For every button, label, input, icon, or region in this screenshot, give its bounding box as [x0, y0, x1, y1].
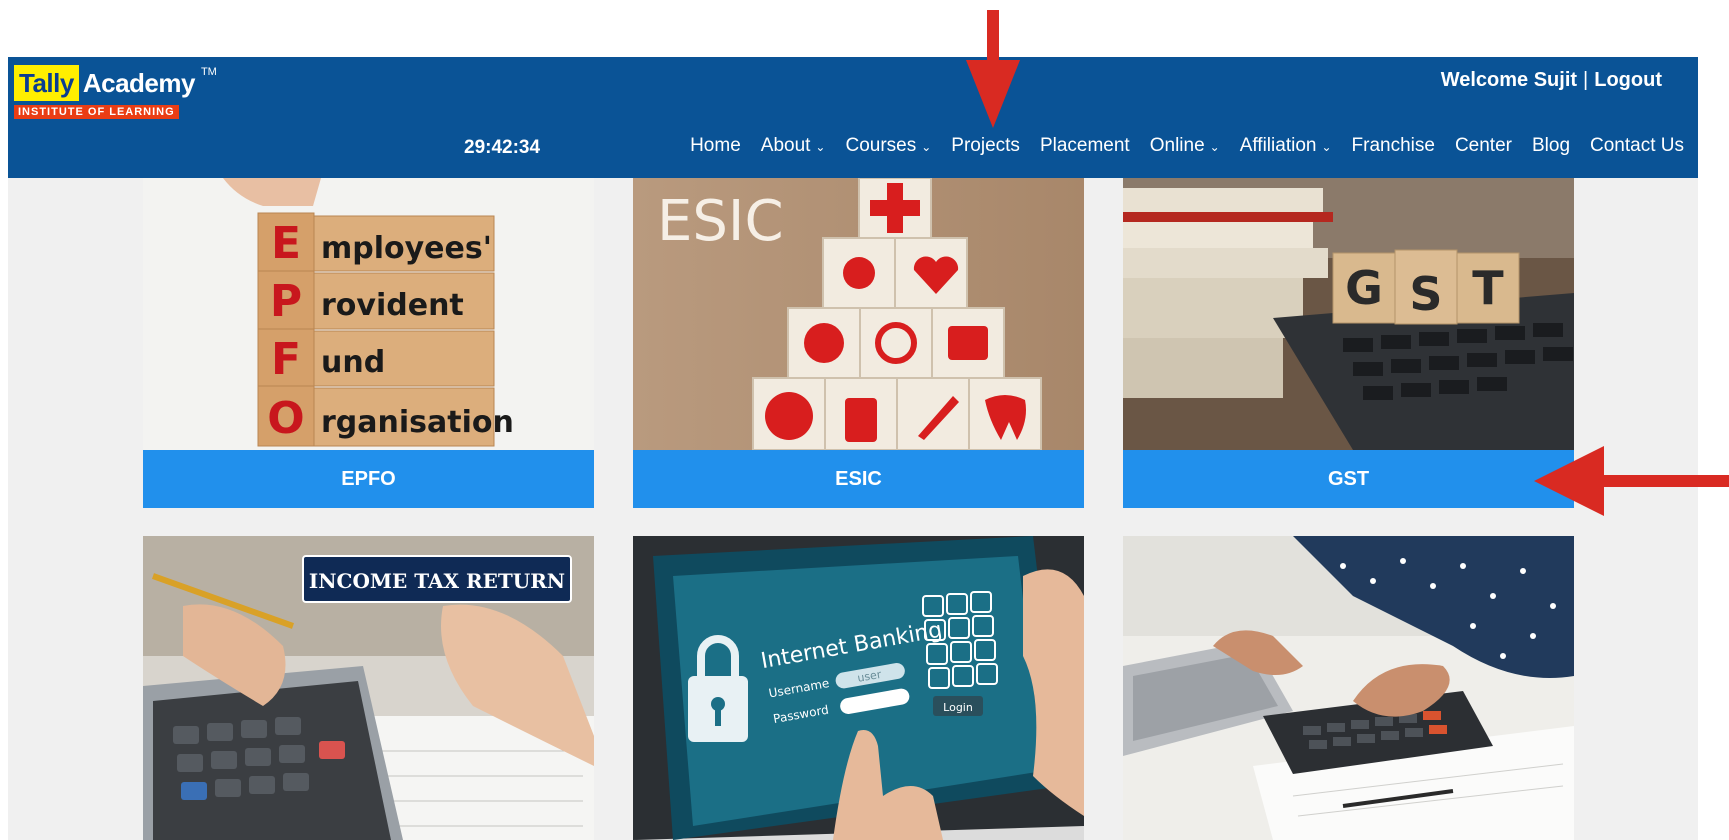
nav-item-about[interactable]: About ⌄ [761, 135, 826, 157]
gst-letter-g: G [1345, 261, 1383, 315]
nav-item-franchise[interactable]: Franchise [1352, 135, 1435, 157]
logo-trademark: TM [200, 66, 217, 78]
annotation-arrow-down [966, 10, 1020, 128]
epfo-word-3: und [321, 345, 385, 380]
project-card-income-tax[interactable]: INCOME TAX RETURN [143, 536, 594, 840]
esic-image[interactable]: ESIC [633, 178, 1084, 450]
card-label-esic[interactable]: ESIC [633, 450, 1084, 508]
epfo-word-4: rganisation [321, 405, 514, 440]
project-card-accounting[interactable] [1123, 536, 1574, 840]
nav-label: Home [690, 135, 741, 156]
internet-banking-image[interactable]: Internet Banking Username user Password … [633, 536, 1084, 840]
user-welcome: Welcome Sujit | Logout [1441, 69, 1662, 92]
epfo-word-1: mployees' [321, 231, 492, 266]
card-label-epfo[interactable]: EPFO [143, 450, 594, 508]
site-header: Tally Academy TM INSTITUTE OF LEARNING W… [8, 57, 1698, 178]
welcome-separator: | [1583, 69, 1589, 91]
nav-item-center[interactable]: Center [1455, 135, 1512, 157]
nav-label: Center [1454, 135, 1512, 156]
epfo-image[interactable]: E mployees' P rovident F und O rganisati… [143, 178, 594, 450]
chevron-down-icon: ⌄ [921, 140, 932, 154]
chevron-down-icon: ⌄ [1209, 140, 1220, 154]
income-tax-badge: INCOME TAX RETURN [309, 569, 565, 593]
project-card-esic[interactable]: ESIC ESIC [633, 178, 1084, 508]
nav-label: Affiliation [1239, 135, 1317, 156]
nav-label: Blog [1531, 135, 1571, 156]
nav-label: Projects [951, 135, 1020, 156]
project-card-internet-banking[interactable]: Internet Banking Username user Password … [633, 536, 1084, 840]
chevron-down-icon: ⌄ [815, 140, 826, 154]
nav-label: Courses [845, 135, 917, 156]
site-logo[interactable]: Tally Academy TM INSTITUTE OF LEARNING [14, 65, 217, 131]
logout-link[interactable]: Logout [1594, 69, 1662, 91]
project-card-epfo[interactable]: E mployees' P rovident F und O rganisati… [143, 178, 594, 508]
main-nav: Home About ⌄ Courses ⌄ Projects Placement … [690, 135, 1684, 157]
accounting-image[interactable] [1123, 536, 1574, 840]
gst-letter-t: T [1472, 261, 1504, 315]
project-card-gst[interactable]: G S T GST [1123, 178, 1574, 508]
epfo-letter-p: P [270, 276, 302, 327]
nav-label: Franchise [1351, 135, 1435, 156]
banking-login-button: Login [943, 701, 973, 714]
epfo-letter-e: E [271, 218, 301, 269]
epfo-letter-o: O [267, 393, 304, 444]
epfo-letter-f: F [271, 334, 301, 385]
nav-item-online[interactable]: Online ⌄ [1150, 135, 1220, 157]
gst-letter-s: S [1409, 267, 1442, 321]
epfo-word-2: rovident [321, 288, 464, 323]
card-label-gst[interactable]: GST [1123, 450, 1574, 508]
nav-label: Online [1149, 135, 1205, 156]
nav-label: Placement [1039, 135, 1130, 156]
welcome-text: Welcome Sujit [1440, 69, 1578, 91]
logo-tagline: INSTITUTE OF LEARNING [14, 105, 179, 119]
countdown-clock: 29:42:34 [464, 137, 541, 158]
income-tax-image[interactable]: INCOME TAX RETURN [143, 536, 594, 840]
gst-image[interactable]: G S T [1123, 178, 1574, 450]
nav-item-blog[interactable]: Blog [1532, 135, 1570, 157]
nav-item-placement[interactable]: Placement [1040, 135, 1130, 157]
logo-tally-text: Tally [14, 65, 79, 101]
nav-item-courses[interactable]: Courses ⌄ [845, 135, 931, 157]
annotation-arrow-left [1534, 446, 1729, 516]
chevron-down-icon: ⌄ [1321, 140, 1332, 154]
nav-label: About [760, 135, 811, 156]
logo-academy-text: Academy [82, 68, 196, 98]
nav-item-affiliation[interactable]: Affiliation ⌄ [1240, 135, 1332, 157]
esic-image-title: ESIC [657, 189, 784, 254]
nav-item-projects[interactable]: Projects [951, 135, 1020, 157]
nav-item-home[interactable]: Home [690, 135, 741, 157]
nav-item-contact-us[interactable]: Contact Us [1590, 135, 1684, 157]
nav-label: Contact Us [1590, 135, 1684, 156]
